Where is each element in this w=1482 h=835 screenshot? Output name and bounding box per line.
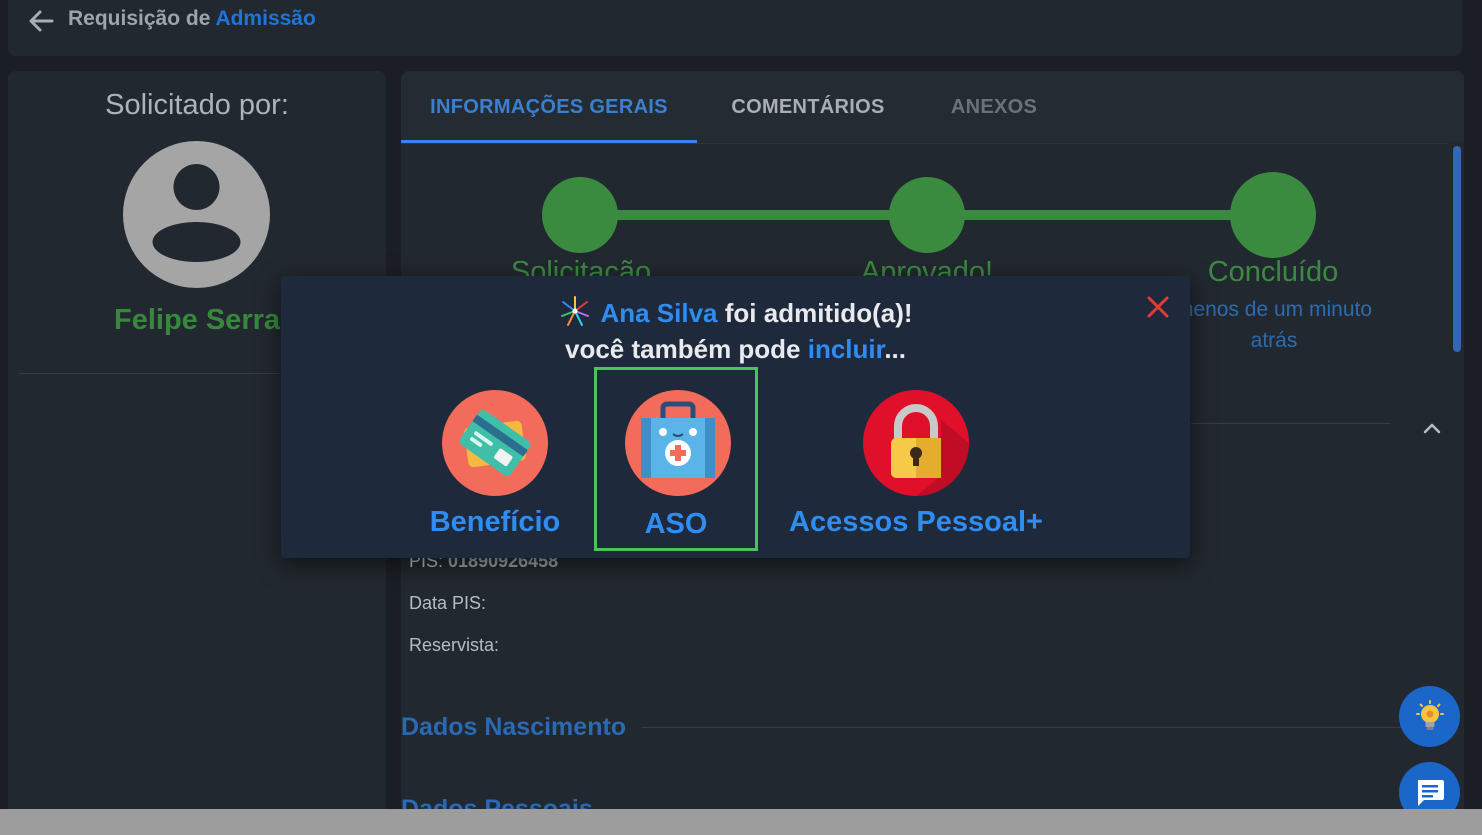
- tab-bar: INFORMAÇÕES GERAIS COMENTÁRIOS ANEXOS: [401, 71, 1464, 144]
- popup-headline-text: foi admitido(a)!: [717, 298, 913, 328]
- popup-headline: Ana Silva foi admitido(a)!: [281, 294, 1190, 329]
- option-label: Acessos Pessoal+: [789, 506, 1043, 538]
- field-label: Reservista:: [409, 635, 500, 655]
- option-label: Benefício: [429, 506, 561, 538]
- option-personal-access[interactable]: Acessos Pessoal+: [786, 386, 1046, 546]
- tab-comments[interactable]: COMENTÁRIOS: [697, 71, 919, 143]
- bottom-bar: [0, 809, 1482, 835]
- stepper-connector: [580, 210, 927, 220]
- scrollbar-thumb[interactable]: [1453, 146, 1461, 352]
- section-title-birth[interactable]: Dados Nascimento: [401, 713, 626, 742]
- credit-card-icon: [442, 390, 548, 496]
- field-pis-date: Data PIS:: [409, 593, 486, 614]
- step-circle-requested: [542, 177, 618, 253]
- stepper-connector: [927, 210, 1274, 220]
- requested-by-label: Solicitado por:: [105, 89, 289, 121]
- section-divider: [1191, 423, 1391, 424]
- popup-subline: você também pode incluir...: [281, 334, 1190, 365]
- popup-subline-prefix: você também pode: [565, 334, 808, 364]
- step-time-completed: menos de um minuto atrás: [1175, 298, 1373, 352]
- page-title-accent: Admissão: [215, 7, 316, 30]
- page-title: Requisição de Admissão: [68, 7, 316, 31]
- user-avatar-icon: [123, 141, 270, 288]
- admission-success-popup: Ana Silva foi admitido(a)! você também p…: [281, 276, 1190, 558]
- option-benefit[interactable]: Benefício: [421, 386, 569, 546]
- party-popper-icon: [561, 296, 590, 326]
- chevron-up-icon[interactable]: [1421, 417, 1443, 439]
- step-circle-completed: [1230, 172, 1316, 258]
- popup-subline-accent: incluir: [807, 334, 885, 364]
- section-divider: [641, 727, 1449, 728]
- lightbulb-gear-icon: [1416, 700, 1444, 730]
- tab-general-info[interactable]: INFORMAÇÕES GERAIS: [401, 71, 697, 143]
- chat-icon: [1418, 780, 1444, 806]
- admitted-person-name: Ana Silva: [600, 298, 718, 328]
- tips-button[interactable]: [1399, 686, 1460, 747]
- padlock-icon: [863, 390, 969, 496]
- option-label: ASO: [644, 508, 708, 540]
- back-arrow-icon[interactable]: [26, 6, 56, 36]
- field-reservist: Reservista:: [409, 635, 499, 656]
- page-header: Requisição de Admissão: [8, 0, 1462, 56]
- field-label: Data PIS:: [409, 593, 487, 613]
- popup-subline-suffix: ...: [884, 334, 906, 364]
- medical-kit-icon: [625, 390, 731, 496]
- page-title-prefix: Requisição de: [68, 7, 216, 30]
- step-circle-approved: [889, 177, 965, 253]
- tab-attachments[interactable]: ANEXOS: [919, 71, 1069, 143]
- option-aso[interactable]: ASO: [594, 367, 758, 551]
